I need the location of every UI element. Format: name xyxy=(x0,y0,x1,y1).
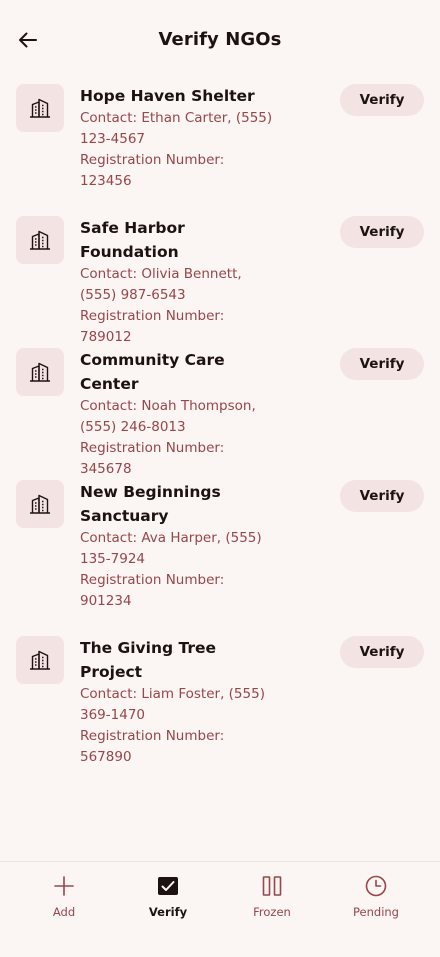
ngo-name: The Giving Tree Project xyxy=(80,639,217,681)
nav-item-frozen[interactable]: Frozen xyxy=(220,874,324,920)
verify-button[interactable]: Verify xyxy=(340,84,424,116)
building-icon xyxy=(30,362,50,382)
nav-label: Verify xyxy=(148,905,188,919)
nav-label: Add xyxy=(52,905,76,919)
ngo-info: Safe Harbor Foundation Contact: Olivia B… xyxy=(80,216,280,348)
clock-icon xyxy=(364,874,388,898)
verify-button[interactable]: Verify xyxy=(340,348,424,380)
list-item: Community Care Center Contact: Noah Thom… xyxy=(0,348,440,480)
building-icon xyxy=(30,230,50,250)
pause-icon xyxy=(260,874,284,898)
ngo-thumbnail xyxy=(16,84,64,132)
ngo-name: Community Care Center xyxy=(80,351,225,393)
list-item: New Beginnings Sanctuary Contact: Ava Ha… xyxy=(0,480,440,636)
building-icon xyxy=(30,98,50,118)
ngo-info: New Beginnings Sanctuary Contact: Ava Ha… xyxy=(80,480,280,612)
nav-item-pending[interactable]: Pending xyxy=(324,874,428,920)
ngo-contact: Contact: Noah Thompson, (555) 246-8013 xyxy=(80,398,256,435)
ngo-name: Hope Haven Shelter xyxy=(80,87,255,105)
ngo-thumbnail xyxy=(16,636,64,684)
building-icon xyxy=(30,494,50,514)
ngo-thumbnail xyxy=(16,348,64,396)
nav-label: Frozen xyxy=(253,905,291,919)
ngo-registration: Registration Number: 567890 xyxy=(80,728,225,765)
ngo-contact: Contact: Ethan Carter, (555) 123-4567 xyxy=(80,110,273,147)
nav-item-add[interactable]: Add xyxy=(12,874,116,920)
plus-icon xyxy=(52,874,76,898)
verify-button[interactable]: Verify xyxy=(340,636,424,668)
list-item: Safe Harbor Foundation Contact: Olivia B… xyxy=(0,216,440,348)
list-item: The Giving Tree Project Contact: Liam Fo… xyxy=(0,636,440,768)
checkbox-icon xyxy=(156,874,180,898)
ngo-name: Safe Harbor Foundation xyxy=(80,219,185,261)
app-header: Verify NGOs xyxy=(0,0,440,80)
ngo-info: Community Care Center Contact: Noah Thom… xyxy=(80,348,280,480)
ngo-contact: Contact: Olivia Bennett, (555) 987-6543 xyxy=(80,266,242,303)
nav-label: Pending xyxy=(353,905,399,919)
ngo-contact: Contact: Ava Harper, (555) 135-7924 xyxy=(80,530,262,567)
ngo-thumbnail xyxy=(16,216,64,264)
ngo-registration: Registration Number: 901234 xyxy=(80,572,225,609)
building-icon xyxy=(30,650,50,670)
ngo-contact: Contact: Liam Foster, (555) 369-1470 xyxy=(80,686,265,723)
verify-button[interactable]: Verify xyxy=(340,216,424,248)
ngo-list: Hope Haven Shelter Contact: Ethan Carter… xyxy=(0,84,440,768)
page-title: Verify NGOs xyxy=(158,29,282,50)
ngo-thumbnail xyxy=(16,480,64,528)
ngo-registration: Registration Number: 789012 xyxy=(80,308,225,345)
nav-item-verify[interactable]: Verify xyxy=(116,874,220,920)
ngo-info: The Giving Tree Project Contact: Liam Fo… xyxy=(80,636,280,768)
verify-button[interactable]: Verify xyxy=(340,480,424,512)
ngo-name: New Beginnings Sanctuary xyxy=(80,483,221,525)
ngo-registration: Registration Number: 345678 xyxy=(80,440,225,477)
ngo-registration: Registration Number: 123456 xyxy=(80,152,225,189)
bottom-nav: Add Verify Frozen Pending xyxy=(0,861,440,957)
list-item: Hope Haven Shelter Contact: Ethan Carter… xyxy=(0,84,440,216)
ngo-info: Hope Haven Shelter Contact: Ethan Carter… xyxy=(80,84,280,192)
